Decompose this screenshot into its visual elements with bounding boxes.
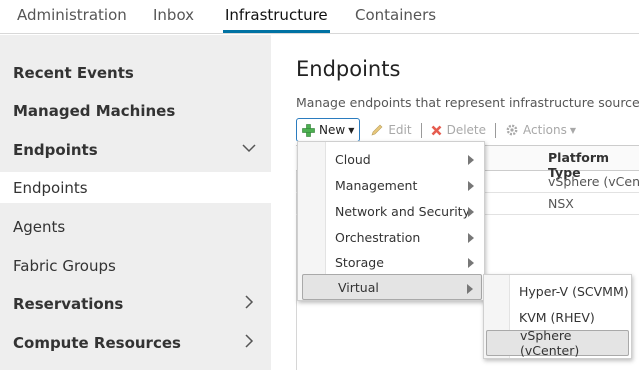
actions-button[interactable]: Actions ▼ [505,123,576,137]
menu-item-management[interactable]: Management [300,172,482,198]
sidebar-item-agents[interactable]: Agents [0,211,271,242]
menu-item-label: Cloud [335,151,371,167]
toolbar-divider [420,122,422,138]
caret-down-icon: ▼ [348,125,355,135]
page-title: Endpoints [296,57,401,81]
sidebar-item-managed-machines[interactable]: Managed Machines [0,95,271,126]
caret-down-icon: ▼ [569,125,577,135]
sidebar-item-recent-events[interactable]: Recent Events [0,57,271,88]
submenu-arrow-icon [468,258,474,268]
menu-item-label: Management [335,177,418,193]
delete-x-icon [431,125,442,135]
sidebar-item-fabric-groups[interactable]: Fabric Groups [0,250,271,281]
page-description: Manage endpoints that represent infrastr… [296,95,639,110]
sidebar-group-reservations[interactable]: Reservations [0,288,271,319]
submenu-arrow-icon [468,181,474,191]
table-cell-platform-type: vSphere (vCenter) [548,174,639,189]
sidebar-item-label: Endpoints [13,140,98,159]
top-navigation: Administration Inbox Infrastructure Cont… [0,0,639,34]
gear-icon [506,124,518,136]
sidebar-item-endpoints[interactable]: Endpoints [0,172,271,203]
submenu-arrow-icon [468,233,474,243]
submenu-arrow-icon [467,284,473,294]
chevron-down-icon[interactable] [241,140,257,156]
menu-item-kvm[interactable]: KVM (RHEV) [486,304,629,330]
menu-item-label: Orchestration [335,229,421,245]
tab-containers[interactable]: Containers [355,6,436,24]
toolbar-divider [495,122,497,138]
new-dropdown-menu: Cloud Management Network and Security Or… [297,141,485,301]
new-button[interactable]: New ▼ [296,118,361,142]
menu-item-cloud[interactable]: Cloud [300,146,482,172]
tab-infrastructure[interactable]: Infrastructure [223,6,330,33]
sidebar-item-label: Fabric Groups [13,256,116,275]
virtual-submenu: Hyper-V (SCVMM) KVM (RHEV) vSphere (vCen… [483,274,632,359]
submenu-arrow-icon [468,207,474,217]
menu-item-label: KVM (RHEV) [519,309,595,325]
sidebar-item-label: Reservations [13,294,124,313]
menu-item-orchestration[interactable]: Orchestration [300,224,482,250]
sidebar-item-label: Compute Resources [13,333,181,352]
tab-administration[interactable]: Administration [17,6,127,24]
menu-item-storage[interactable]: Storage [300,249,482,275]
chevron-right-icon[interactable] [241,294,257,310]
menu-item-label: Virtual [338,279,379,295]
menu-item-vsphere[interactable]: vSphere (vCenter) [486,328,629,358]
menu-item-hyper-v[interactable]: Hyper-V (SCVMM) [486,278,629,304]
menu-item-label: Storage [335,254,384,270]
sidebar-group-compute-resources[interactable]: Compute Resources [0,327,271,358]
sidebar-group-endpoints[interactable]: Endpoints [0,134,271,165]
menu-item-virtual[interactable]: Virtual [302,274,482,300]
toolbar: New ▼ Edit Delete Actions ▼ [296,118,576,142]
new-button-label: New [319,123,346,137]
pencil-icon [371,124,383,136]
tab-inbox[interactable]: Inbox [153,6,194,24]
menu-item-label: Network and Security [335,203,470,219]
menu-item-label: Hyper-V (SCVMM) [519,283,629,299]
menu-item-network-and-security[interactable]: Network and Security [300,198,482,224]
sidebar-item-label: Endpoints [13,178,88,197]
plus-icon [302,123,315,137]
sidebar-item-label: Recent Events [13,63,134,82]
delete-button[interactable]: Delete [431,123,486,137]
chevron-right-icon[interactable] [241,333,257,349]
sidebar-item-label: Managed Machines [13,101,176,120]
menu-item-label: vSphere (vCenter) [520,328,580,358]
actions-button-label: Actions [523,123,567,137]
table-cell-platform-type: NSX [548,196,574,211]
edit-button-label: Edit [388,123,412,137]
edit-button[interactable]: Edit [371,123,412,137]
sidebar-item-label: Agents [13,217,66,236]
sidebar: Recent Events Managed Machines Endpoints… [0,35,271,370]
delete-button-label: Delete [446,123,487,137]
submenu-arrow-icon [468,155,474,165]
